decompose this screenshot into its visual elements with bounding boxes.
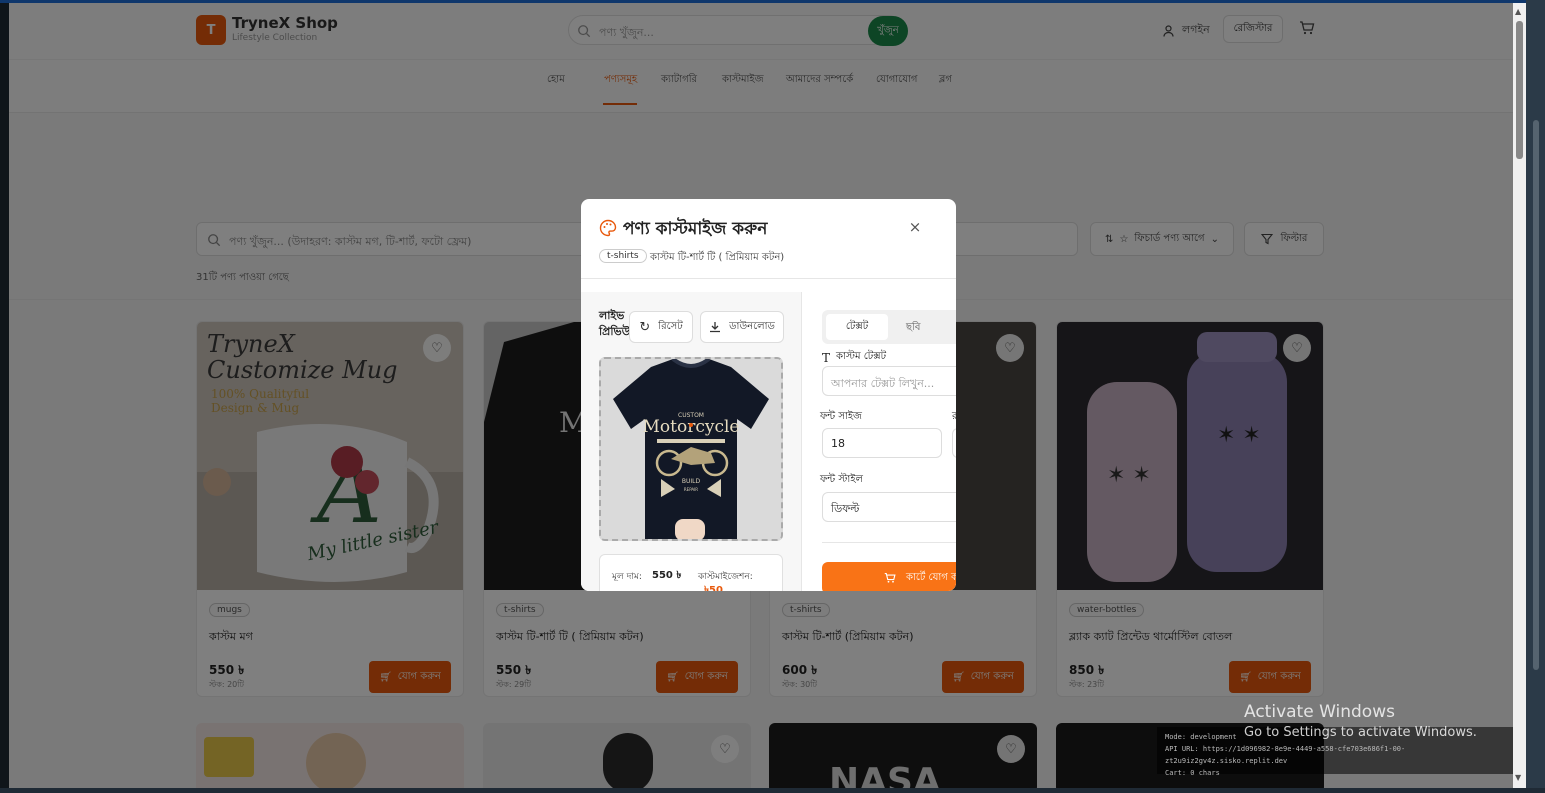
modal-header: পণ্য কাস্টমাইজ করুন × t-shirts কাস্টম টি… [581, 199, 956, 279]
add-to-cart-button[interactable]: কার্টে যোগ ক [822, 562, 956, 591]
options-pane: টেক্সট ছবি T কাস্টম টেক্সট আপনার টেক্সট … [802, 292, 956, 591]
custom-text-label-text: কাস্টম টেক্সট [836, 351, 887, 362]
customization-label: কাস্টমাইজেশন: [698, 572, 753, 582]
live-preview-label: লাইভ প্রিভিউ [599, 309, 631, 338]
tab-text[interactable]: টেক্সট [826, 314, 888, 340]
close-icon: × [908, 218, 922, 236]
reset-icon: ↻ [639, 319, 651, 335]
download-button[interactable]: ডাউনলোড [700, 311, 784, 343]
font-style-label: ফন্ট স্টাইল [820, 474, 863, 485]
price-summary: মূল দাম: 550 ৳ কাস্টমাইজেশন: ৳50 [599, 554, 783, 591]
divider [822, 542, 956, 543]
scroll-up-arrow[interactable]: ▲ [1515, 7, 1521, 16]
reset-button[interactable]: ↻ রিসেট [629, 311, 693, 343]
scroll-down-arrow[interactable]: ▼ [1515, 773, 1521, 782]
customize-modal: পণ্য কাস্টমাইজ করুন × t-shirts কাস্টম টি… [581, 199, 956, 591]
dev-cart: Cart: 0 chars [1165, 769, 1220, 777]
font-style-select[interactable]: ডিফল্ট [822, 492, 956, 522]
option-tabs: টেক্সট ছবি [822, 310, 956, 344]
custom-text-input[interactable]: আপনার টেক্সট লিখুন... [822, 366, 956, 396]
font-size-input[interactable]: 18 [822, 428, 942, 458]
base-price: 550 ৳ [652, 570, 682, 581]
outer-scrollbar[interactable] [1526, 0, 1545, 793]
font-size-label: ফন্ট সাইজ [820, 411, 863, 422]
close-button[interactable]: × [907, 218, 923, 236]
activate-windows-subtitle: Go to Settings to activate Windows. [1244, 725, 1477, 740]
palette-icon [599, 219, 617, 237]
custom-text-label: T কাস্টম টেক্সট [822, 349, 886, 366]
base-price-label: মূল দাম: [612, 572, 642, 582]
dev-api-url: API URL: https://1d096982-8e9e-4449-a558… [1165, 745, 1406, 765]
shirt-text-build: BUILD [682, 478, 701, 485]
scrollbar-thumb[interactable] [1516, 21, 1523, 159]
outer-scrollbar-thumb[interactable] [1533, 120, 1539, 670]
text-icon: T [822, 350, 831, 365]
download-icon [710, 322, 721, 333]
customization-price: ৳50 [704, 585, 723, 591]
preview-pane: লাইভ প্রিভিউ ↻ রিসেট ডাউনলোড CUSTOM Moto… [581, 292, 802, 591]
font-style-value: ডিফল্ট [831, 502, 860, 515]
reset-label: রিসেট [658, 320, 683, 332]
download-label: ডাউনলোড [729, 320, 775, 332]
category-tag: t-shirts [599, 249, 647, 263]
add-to-cart-label: কার্টে যোগ ক [906, 571, 956, 583]
custom-text-placeholder: আপনার টেক্সট লিখুন... [831, 377, 935, 390]
font-color-label: র [952, 411, 956, 422]
product-name: কাস্টম টি-শার্ট টি ( প্রিমিয়াম কটন) [650, 252, 785, 263]
page-scrollbar[interactable]: ▲ ▼ [1513, 3, 1526, 788]
tab-image[interactable]: ছবি [906, 320, 921, 337]
tshirt-preview-image: CUSTOM Motorcycle BUILD REPAIR [601, 359, 781, 539]
modal-title: পণ্য কাস্টমাইজ করুন [623, 219, 768, 239]
shirt-text-repair: REPAIR [684, 487, 698, 492]
cart-icon [884, 572, 896, 583]
font-size-value: 18 [831, 437, 845, 450]
preview-canvas[interactable]: CUSTOM Motorcycle BUILD REPAIR [599, 357, 783, 541]
activate-windows-title: Activate Windows [1244, 702, 1395, 722]
font-color-input[interactable] [952, 428, 956, 458]
bottom-frame [0, 788, 1545, 793]
